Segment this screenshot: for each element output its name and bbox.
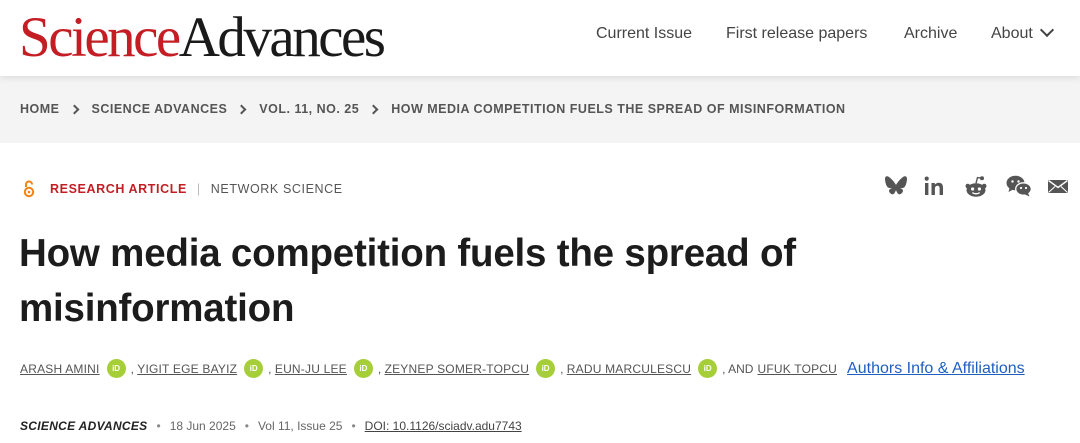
breadcrumb-issue[interactable]: VOL. 11, NO. 25 <box>259 102 359 116</box>
author-separator: , <box>268 361 272 376</box>
nav-current-issue[interactable]: Current Issue <box>596 0 692 68</box>
author-and: , AND <box>722 361 754 376</box>
author-list: ARASH AMINI iD , YIGIT EGE BAYIZ iD , EU… <box>20 359 1025 378</box>
author-name[interactable]: YIGIT EGE BAYIZ <box>137 362 237 376</box>
author-separator: , <box>130 361 134 376</box>
nav-first-release-link[interactable]: First release papers <box>726 25 867 43</box>
linkedin-icon[interactable] <box>924 175 944 197</box>
authors-affiliations-link[interactable]: Authors Info & Affiliations <box>847 360 1025 378</box>
science-advances-logo[interactable]: ScienceAdvances <box>19 6 386 70</box>
citation-volume[interactable]: Vol 11, Issue 25 <box>258 419 343 433</box>
chevron-right-icon <box>69 104 79 114</box>
share-bluesky[interactable] <box>884 175 908 197</box>
chevron-right-icon <box>368 104 379 114</box>
article-type: RESEARCH ARTICLE <box>50 182 187 196</box>
chevron-right-icon <box>236 104 247 114</box>
breadcrumb-home[interactable]: HOME <box>20 102 60 116</box>
meta-divider: | <box>196 182 201 196</box>
breadcrumb: HOME SCIENCE ADVANCES VOL. 11, NO. 25 HO… <box>20 102 846 116</box>
author-separator: , <box>377 361 382 376</box>
article-title: How media competition fuels the spread o… <box>19 232 796 330</box>
reddit-icon[interactable] <box>964 175 988 199</box>
breadcrumb-current: HOW MEDIA COMPETITION FUELS THE SPREAD O… <box>391 102 846 116</box>
citation-journal: SCIENCE ADVANCES <box>20 419 148 433</box>
logo-science: Science <box>19 6 181 69</box>
nav-archive-link[interactable]: Archive <box>904 25 957 43</box>
citation-separator: • <box>244 419 249 433</box>
author-name[interactable]: UFUK TOPCU <box>757 362 837 376</box>
article-meta: RESEARCH ARTICLE | NETWORK SCIENCE <box>22 180 343 198</box>
breadcrumb-journal[interactable]: SCIENCE ADVANCES <box>92 102 228 116</box>
citation-doi[interactable]: DOI: 10.1126/sciadv.adu7743 <box>365 419 522 433</box>
author-separator: , <box>560 361 564 376</box>
site-header: ScienceAdvances Current Issue First rele… <box>0 0 1080 76</box>
author-name[interactable]: EUN-JU LEE <box>275 362 347 376</box>
logo-advances: Advances <box>178 6 386 69</box>
orcid-icon[interactable]: iD <box>106 359 126 378</box>
orcid-icon[interactable]: iD <box>698 359 718 378</box>
orcid-icon[interactable]: iD <box>536 359 556 378</box>
chevron-down-icon <box>1039 22 1054 38</box>
citation-line: SCIENCE ADVANCES • 18 Jun 2025 • Vol 11,… <box>20 419 522 433</box>
article-subject[interactable]: NETWORK SCIENCE <box>211 182 343 196</box>
breadcrumb-bar: HOME SCIENCE ADVANCES VOL. 11, NO. 25 HO… <box>0 76 1080 143</box>
citation-separator: • <box>351 419 356 433</box>
citation-separator: • <box>156 419 161 433</box>
share-reddit[interactable] <box>964 175 988 199</box>
nav-about[interactable]: About <box>991 0 1054 68</box>
nav-archive[interactable]: Archive <box>904 0 957 68</box>
author-name[interactable]: ARASH AMINI <box>20 362 100 376</box>
author-name[interactable]: RADU MARCULESCU <box>567 362 691 376</box>
nav-about-link[interactable]: About <box>991 25 1033 43</box>
share-linkedin[interactable] <box>924 175 944 197</box>
orcid-icon[interactable]: iD <box>353 359 373 378</box>
author-name[interactable]: ZEYNEP SOMER-TOPCU <box>385 362 530 376</box>
nav-first-release[interactable]: First release papers <box>726 0 867 68</box>
share-wechat[interactable] <box>1006 175 1032 197</box>
citation-date: 18 Jun 2025 <box>169 419 236 433</box>
bluesky-icon[interactable] <box>884 175 908 197</box>
email-icon[interactable] <box>1047 175 1069 197</box>
nav-current-issue-link[interactable]: Current Issue <box>596 25 692 43</box>
wechat-icon[interactable] <box>1006 175 1032 197</box>
share-email[interactable] <box>1047 175 1069 197</box>
orcid-icon[interactable]: iD <box>244 359 264 378</box>
open-access-icon <box>23 180 35 198</box>
